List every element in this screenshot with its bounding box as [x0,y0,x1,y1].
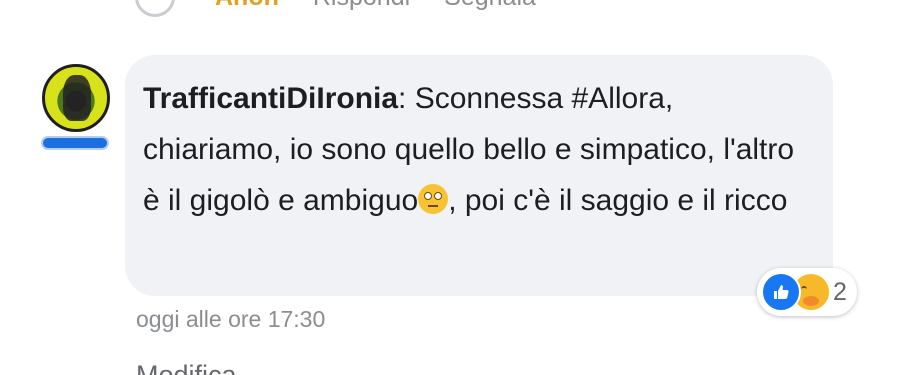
previous-reply-link[interactable]: Rispondi [313,0,410,12]
comment-body: TrafficantiDiIronia: Sconnessa #Allora, … [143,73,813,226]
edit-link[interactable]: Modifica [136,360,237,375]
previous-comment-actions: Anon Rispondi Segnala [132,0,536,17]
previous-report-link[interactable]: Segnala [444,0,536,12]
like-icon [761,272,801,312]
comment-text-part2: , poi c'è il saggio e il ricco [448,184,788,217]
reaction-count: 2 [833,277,847,306]
comment-timestamp[interactable]: oggi alle ore 17:30 [136,306,325,333]
face-with-rolling-eyes-icon [418,184,449,214]
author-avatar[interactable] [42,64,110,132]
reactions-summary[interactable]: 2 [757,268,857,316]
comment-author-name[interactable]: TrafficantiDiIronia [143,82,398,115]
reaction-placeholder-icon[interactable] [135,0,175,17]
top-fan-badge [43,138,107,148]
comment-thread: Anon Rispondi Segnala TrafficantiDiIroni… [0,0,900,375]
previous-like-link[interactable]: Anon [215,0,279,12]
comment-bubble: TrafficantiDiIronia: Sconnessa #Allora, … [125,55,833,296]
avatar-figure-icon [63,75,91,121]
